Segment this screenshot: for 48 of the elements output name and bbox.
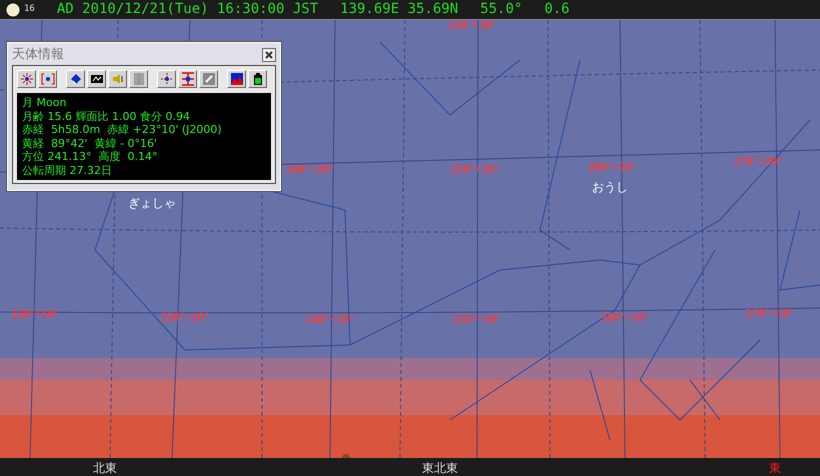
grid-label: 230°+10° [160, 309, 210, 326]
speaker-icon [110, 72, 124, 86]
sparkle-icon [20, 72, 34, 86]
grid-label: 270°+10° [746, 305, 794, 322]
info-line: 赤経 5h58.0m 赤緯 +23°10' (J2000) [22, 123, 223, 136]
toolbar-button[interactable] [178, 70, 197, 88]
close-button[interactable] [262, 48, 276, 62]
target-icon [40, 72, 54, 86]
toolbar-button[interactable] [157, 70, 176, 88]
compass-direction: 北東 [93, 460, 117, 476]
expand-icon [180, 72, 194, 86]
moon-phase-icon [6, 2, 20, 16]
grid-label: 260°+20° [588, 159, 636, 176]
pencil-icon [202, 72, 216, 86]
toolbar-button[interactable] [38, 70, 57, 88]
location-text: 139.69E 35.69N [340, 0, 458, 19]
value-text: 0.6 [544, 0, 570, 19]
toolbar-button[interactable] [87, 70, 106, 88]
toolbar-button[interactable] [248, 70, 267, 88]
info-line: 月齢 15.6 輝面比 1.00 食分 0.94 [22, 110, 191, 123]
info-line: 公転周期 27.32日 [22, 164, 113, 177]
image-icon [90, 72, 104, 86]
datetime-text: AD 2010/12/21(Tue) 16:30:00 JST [56, 0, 318, 19]
moon-icon [342, 452, 350, 458]
compass-direction: 東 [769, 460, 781, 476]
grid-label: 220°+10° [10, 306, 60, 323]
compass-direction: 東北東 [422, 460, 458, 476]
crosshair-icon [160, 72, 174, 86]
toolbar-button[interactable] [227, 70, 246, 88]
window-title: 天体情報 [12, 46, 64, 64]
angle-text: 55.0° [480, 0, 522, 19]
grid-label: 250°+10° [452, 311, 502, 328]
grid-label: 240°+10° [306, 311, 354, 328]
constellation-name: おうし [592, 179, 628, 196]
info-line: 黄経 89°42' 黄緯 - 0°16' [22, 136, 158, 150]
grid-label: 260°+10° [600, 309, 650, 326]
toolbar-button[interactable] [66, 70, 85, 88]
toolbar-button[interactable] [17, 70, 36, 88]
moon-age-number: 16 [24, 3, 35, 16]
grid-label: 250°+20° [450, 161, 500, 178]
film-icon [132, 72, 146, 86]
constellation-name: ぎょしゃ [128, 195, 176, 212]
grid-label: 250°+30° [448, 20, 496, 34]
grid-label: 240°+20° [286, 161, 334, 178]
info-line: 月 Moon [22, 96, 68, 110]
chart-icon [230, 72, 244, 86]
info-line: 方位 241.13° 高度 0.14° [22, 150, 158, 164]
grid-label: 270°+20° [734, 153, 782, 170]
